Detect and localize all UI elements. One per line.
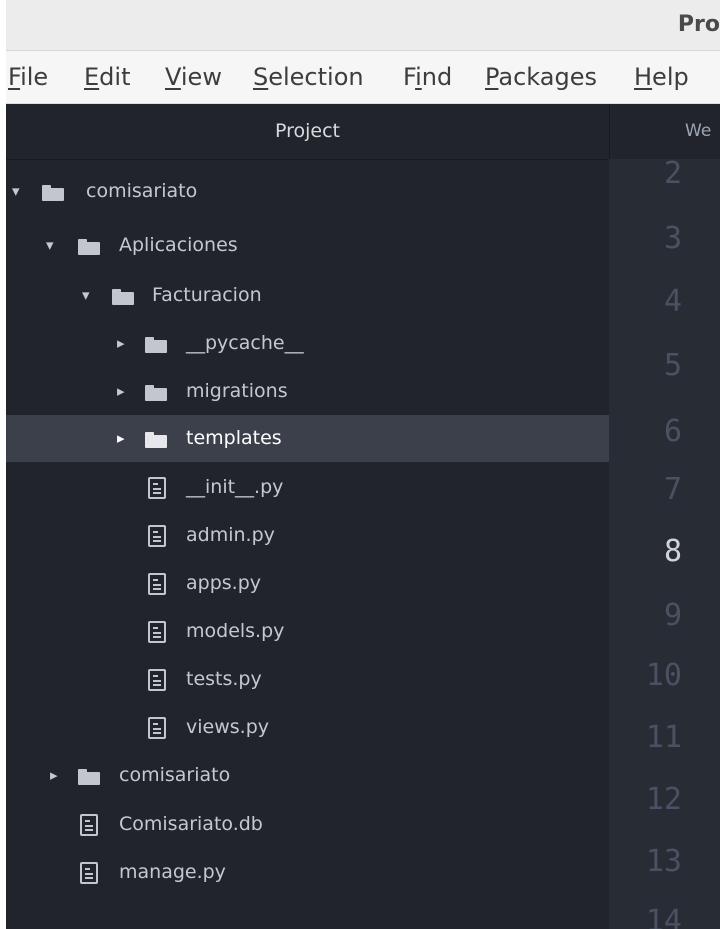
tree-folder-pycache[interactable]: ▸ __pycache__ bbox=[6, 320, 609, 367]
chevron-down-icon[interactable]: ▾ bbox=[46, 222, 54, 269]
line-number: 2 bbox=[663, 156, 682, 191]
file-icon bbox=[148, 669, 166, 691]
line-number: 3 bbox=[663, 221, 682, 256]
line-number: 9 bbox=[663, 598, 682, 633]
menu-bar: File Edit View Selection Find Packages H… bbox=[6, 51, 720, 104]
chevron-right-icon[interactable]: ▸ bbox=[117, 415, 125, 462]
menu-selection[interactable]: Selection bbox=[253, 63, 364, 91]
file-icon bbox=[148, 525, 166, 547]
tree-file-views[interactable]: views.py bbox=[6, 704, 609, 751]
folder-icon bbox=[42, 185, 64, 201]
tree-file-tests[interactable]: tests.py bbox=[6, 656, 609, 703]
chevron-down-icon[interactable]: ▾ bbox=[12, 168, 20, 215]
chevron-right-icon[interactable]: ▸ bbox=[50, 752, 58, 799]
tree-item-label: __pycache__ bbox=[186, 332, 304, 354]
folder-icon bbox=[145, 337, 167, 353]
folder-icon bbox=[78, 769, 100, 785]
menu-edit[interactable]: Edit bbox=[84, 63, 130, 91]
line-number: 4 bbox=[663, 284, 682, 319]
tree-item-label: admin.py bbox=[186, 524, 275, 546]
menu-find[interactable]: Find bbox=[403, 63, 452, 91]
tree-item-label: models.py bbox=[186, 620, 285, 642]
chevron-down-icon[interactable]: ▾ bbox=[82, 272, 90, 319]
tree-item-label: comisariato bbox=[119, 764, 231, 786]
tree-file-admin[interactable]: admin.py bbox=[6, 512, 609, 559]
tree-folder-aplicaciones[interactable]: ▾ Aplicaciones bbox=[6, 222, 609, 269]
file-icon bbox=[148, 717, 166, 739]
file-icon bbox=[148, 573, 166, 595]
file-icon bbox=[80, 814, 98, 836]
tree-file-manage[interactable]: manage.py bbox=[6, 849, 609, 896]
tree-item-label: Comisariato.db bbox=[119, 813, 263, 835]
project-tree-panel: Project ▾ comisariato ▾ Aplicaciones ▾ F… bbox=[6, 104, 609, 929]
editor-tab[interactable]: We bbox=[685, 104, 711, 159]
menu-packages[interactable]: Packages bbox=[485, 63, 597, 91]
folder-icon bbox=[145, 432, 167, 448]
tree-file-init[interactable]: __init__.py bbox=[6, 464, 609, 511]
line-number: 6 bbox=[663, 414, 682, 449]
tree-folder-comisariato-root[interactable]: ▾ comisariato bbox=[6, 168, 609, 215]
line-number-active: 8 bbox=[663, 534, 682, 569]
project-panel-header: Project bbox=[6, 104, 609, 160]
chevron-right-icon[interactable]: ▸ bbox=[117, 320, 125, 367]
tree-item-label: views.py bbox=[186, 716, 269, 738]
chevron-right-icon[interactable]: ▸ bbox=[117, 368, 125, 415]
tree-item-label: __init__.py bbox=[186, 476, 284, 498]
tree-item-label: tests.py bbox=[186, 668, 262, 690]
line-number: 13 bbox=[645, 844, 682, 879]
file-icon bbox=[148, 477, 166, 499]
tree-file-apps[interactable]: apps.py bbox=[6, 560, 609, 607]
folder-icon bbox=[145, 385, 167, 401]
line-number: 5 bbox=[663, 348, 682, 383]
line-number: 14 bbox=[645, 904, 682, 929]
folder-icon bbox=[78, 239, 100, 255]
folder-icon bbox=[112, 289, 134, 305]
tree-item-label: Facturacion bbox=[152, 284, 262, 306]
editor-tab-bar: We bbox=[609, 104, 720, 159]
title-bar: Pro bbox=[6, 0, 720, 51]
tree-item-label: Aplicaciones bbox=[119, 234, 238, 256]
tree-item-label: templates bbox=[186, 427, 282, 449]
menu-help[interactable]: Help bbox=[634, 63, 689, 91]
line-number: 12 bbox=[645, 782, 682, 817]
tree-item-label: migrations bbox=[186, 380, 288, 402]
tree-file-comisariato-db[interactable]: Comisariato.db bbox=[6, 801, 609, 848]
tree-folder-facturacion[interactable]: ▾ Facturacion bbox=[6, 272, 609, 319]
tree-item-label: comisariato bbox=[86, 180, 198, 202]
file-icon bbox=[148, 621, 166, 643]
tree-file-models[interactable]: models.py bbox=[6, 608, 609, 655]
line-number: 10 bbox=[645, 658, 682, 693]
tree-folder-templates[interactable]: ▸ templates bbox=[6, 415, 609, 462]
tree-folder-comisariato[interactable]: ▸ comisariato bbox=[6, 752, 609, 799]
editor-pane[interactable]: We 2 3 4 5 6 7 8 9 10 11 12 13 14 bbox=[609, 104, 720, 929]
tree-item-label: manage.py bbox=[119, 861, 226, 883]
tree-folder-migrations[interactable]: ▸ migrations bbox=[6, 368, 609, 415]
window-title: Pro bbox=[677, 12, 720, 37]
menu-view[interactable]: View bbox=[165, 63, 222, 91]
line-number: 7 bbox=[663, 472, 682, 507]
tree-item-label: apps.py bbox=[186, 572, 262, 594]
menu-file[interactable]: File bbox=[8, 63, 48, 91]
file-icon bbox=[80, 862, 98, 884]
line-number: 11 bbox=[645, 720, 682, 755]
